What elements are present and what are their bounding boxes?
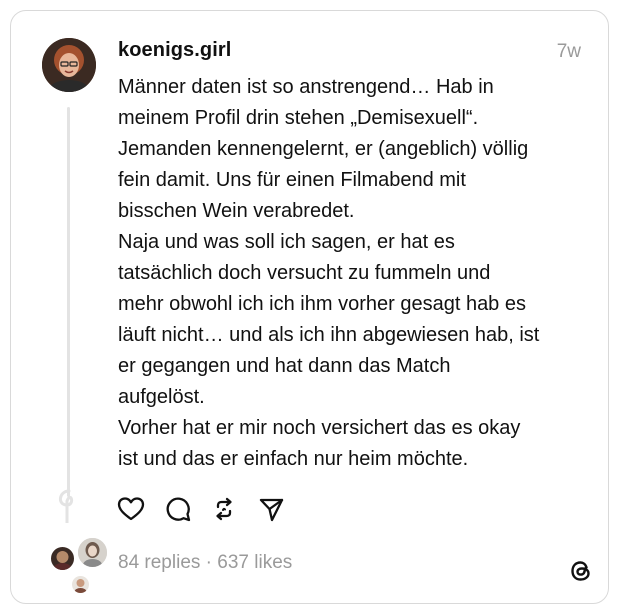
- post-line: aufgelöst.: [118, 386, 205, 408]
- post-line: ist und das er einfach nur heim möchte.: [118, 448, 469, 470]
- post-line: meinem Profil drin stehen „Demisexuell“.: [118, 107, 479, 129]
- post-line: Naja und was soll ich sagen, er hat es: [118, 231, 455, 253]
- like-button[interactable]: [116, 494, 146, 524]
- post-line: Männer daten ist so anstrengend… Hab in: [118, 76, 494, 98]
- post-line: Jemanden kennengelernt, er (angeblich) v…: [118, 138, 529, 160]
- replier-avatar: [76, 536, 109, 569]
- threads-logo-icon[interactable]: [567, 557, 595, 585]
- post-body: Männer daten ist so anstrengend… Hab in …: [118, 72, 598, 475]
- avatar-image: [42, 38, 96, 92]
- replier-avatar-image: [74, 579, 87, 593]
- post-line: Vorher hat er mir noch versichert das es…: [118, 417, 521, 439]
- post-line: mehr obwohl ich ich ihm vorher gesagt ha…: [118, 293, 526, 315]
- reply-button[interactable]: [163, 494, 193, 524]
- username[interactable]: koenigs.girl: [118, 39, 231, 62]
- user-avatar[interactable]: [42, 38, 96, 92]
- post-stats[interactable]: 84 replies · 637 likes: [118, 552, 292, 574]
- send-icon: [259, 498, 284, 522]
- replier-avatar: [49, 545, 76, 572]
- replier-avatar: [70, 574, 91, 595]
- post-line: fein damit. Uns für einen Filmabend mit: [118, 169, 466, 191]
- repost-icon: [216, 497, 232, 521]
- replier-avatar-image: [53, 551, 72, 570]
- share-button[interactable]: [256, 494, 286, 524]
- repost-button[interactable]: [209, 494, 239, 524]
- post-time: 7w: [556, 41, 581, 62]
- replier-avatars[interactable]: [49, 536, 111, 600]
- heart-icon: [117, 497, 145, 521]
- post-line: tatsächlich doch versucht zu fummeln und: [118, 262, 491, 284]
- post-line: läuft nicht… und als ich ihn abgewiesen …: [118, 324, 540, 346]
- thread-line: [67, 107, 70, 497]
- thread-loop-icon: [59, 489, 74, 523]
- comment-icon: [166, 497, 191, 522]
- post-line: bisschen Wein verabredet.: [118, 200, 355, 222]
- post-line: er gegangen und hat dann das Match: [118, 355, 451, 377]
- replier-avatar-image: [78, 538, 107, 567]
- post-card: koenigs.girl 7w Männer daten ist so anst…: [10, 10, 609, 604]
